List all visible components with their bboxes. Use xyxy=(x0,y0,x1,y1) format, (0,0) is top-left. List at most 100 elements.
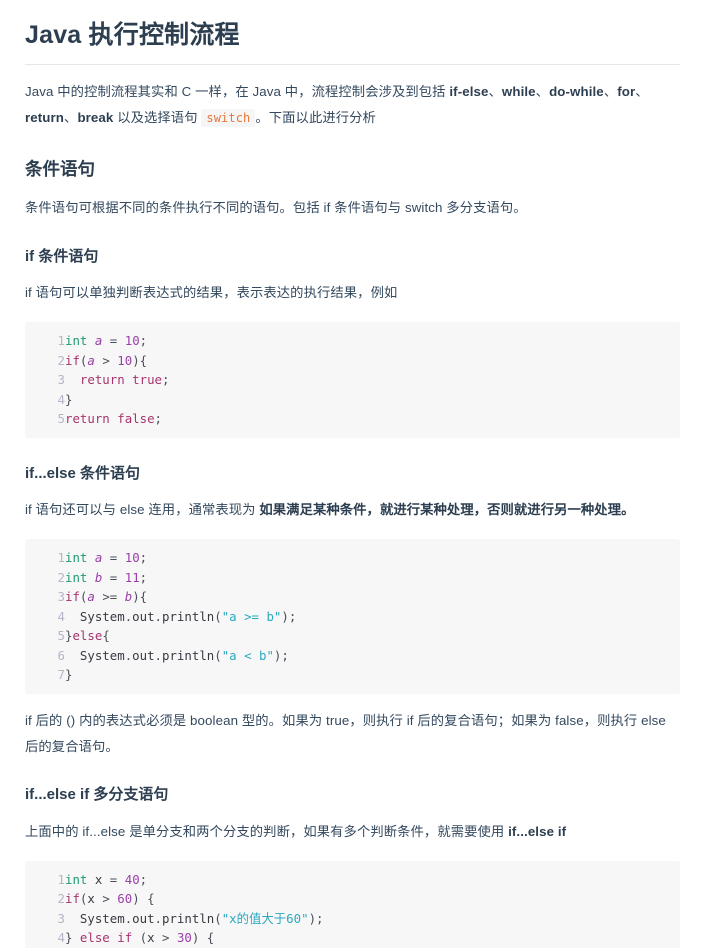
code-line-source: }else{ xyxy=(65,626,680,646)
code-token: ){ xyxy=(132,589,148,605)
code-line-source: int x = 40; xyxy=(65,870,680,890)
code-token: { xyxy=(102,628,110,644)
code-token: if xyxy=(65,891,80,907)
code-line-source: System.out.println("a < b"); xyxy=(65,646,680,666)
code-line-source: if(a >= b){ xyxy=(65,587,680,607)
if-else-text-bold: 如果满足某种条件，就进行某种处理，否则就进行另一种处理。 xyxy=(259,502,635,518)
code-line-number: 1 xyxy=(57,871,65,887)
code-token: true xyxy=(132,372,162,388)
code-token: ); xyxy=(281,608,297,624)
code-token: ( xyxy=(214,608,222,624)
code-token: else xyxy=(72,628,103,644)
keyword-return: return xyxy=(25,110,65,126)
code-token: System xyxy=(79,608,125,624)
code-token: ); xyxy=(308,910,324,926)
code-table: 1 int x = 40; 2 if(x > 60) {3 System.out.pr… xyxy=(25,870,680,948)
code-token: } xyxy=(65,391,73,407)
code-token: "a < b" xyxy=(221,647,274,663)
code-line-number: 4 xyxy=(57,608,65,624)
code-line-number: 2 xyxy=(57,569,65,585)
code-token: 40 xyxy=(124,871,140,887)
code-line-source: int a = 10; xyxy=(65,548,680,568)
code-token: 10 xyxy=(117,352,133,368)
code-line-source: } xyxy=(65,665,680,685)
code-block-if-else-example: 1 int a = 10; 2 int b = 11; 3 if(a >= b){4 Sy… xyxy=(25,539,680,694)
code-line-number: 3 xyxy=(57,372,65,388)
code-token: ; xyxy=(139,871,148,887)
section-paragraph-conditional: 条件语句可根据不同的条件执行不同的语句。包括 if 条件语句与 switch 多… xyxy=(25,199,527,215)
code-body-0: 1 int a = 10; 2 if(a > 10){3 return true; 4}… xyxy=(25,331,680,429)
code-line: 4} xyxy=(25,390,680,410)
code-token: System xyxy=(79,910,125,926)
code-token: } xyxy=(65,667,73,683)
else-if-text-pre: 上面中的 if...else 是单分支和两个分支的判断，如果有多个判断条件，就需… xyxy=(25,823,509,839)
code-token: x xyxy=(94,871,103,887)
intro-text-2: 以及选择语句 xyxy=(113,110,202,126)
code-line-number: 5 xyxy=(57,628,65,644)
code-token: println xyxy=(162,647,215,663)
code-line-number: 5 xyxy=(57,411,65,427)
code-token: out xyxy=(132,910,155,926)
code-token: return xyxy=(65,411,110,427)
code-line: 4 System.out.println("a >= b"); xyxy=(25,607,680,627)
code-token: ); xyxy=(273,647,289,663)
sep-4: 、 xyxy=(635,84,649,100)
code-token: println xyxy=(162,608,215,624)
code-token: > xyxy=(102,891,110,907)
code-line: 3 return true; xyxy=(25,370,680,390)
code-token: ( xyxy=(79,891,88,907)
code-token: ( xyxy=(214,910,222,926)
code-line-number: 1 xyxy=(57,550,65,566)
else-if-text-bold: if...else if xyxy=(508,823,567,839)
code-line-number: 4 xyxy=(57,391,65,407)
code-token: false xyxy=(117,411,155,427)
code-line: 1 int x = 40; xyxy=(25,870,680,890)
code-line: 2 if(a > 10){ xyxy=(25,351,680,371)
code-line-source: if(a > 10){ xyxy=(65,351,680,371)
code-token: out xyxy=(132,608,155,624)
code-token: a xyxy=(87,352,95,368)
document-page: Java 执行控制流程 Java 中的控制流程其实和 C 一样，在 Java 中… xyxy=(0,20,705,948)
code-token: a xyxy=(87,589,95,605)
code-token: x xyxy=(147,930,155,946)
code-block-if-example: 1 int a = 10; 2 if(a > 10){3 return true; 4}… xyxy=(25,322,680,438)
code-token: 60 xyxy=(117,891,133,907)
code-token: ; xyxy=(139,569,148,585)
code-line: 4} else if (x > 30) { xyxy=(25,928,680,948)
code-token: ){ xyxy=(132,352,148,368)
code-token: ( xyxy=(132,930,148,946)
code-line: 5}else{ xyxy=(25,626,680,646)
code-token: 30 xyxy=(176,930,192,946)
keyword-while: while xyxy=(501,84,536,100)
subsection-paragraph-else-if: 上面中的 if...else 是单分支和两个分支的判断，如果有多个判断条件，就需… xyxy=(25,819,680,845)
subsection-heading-if: if 条件语句 xyxy=(25,247,99,265)
sep-1: 、 xyxy=(488,84,502,100)
inline-code-switch: switch xyxy=(201,109,256,128)
code-token: ; xyxy=(154,411,163,427)
code-token: ; xyxy=(139,550,148,566)
code-token: if xyxy=(117,930,133,946)
code-token: . xyxy=(154,647,163,663)
keyword-for: for xyxy=(617,84,636,100)
code-line-source: int a = 10; xyxy=(65,331,680,351)
code-block-else-if-example: 1 int x = 40; 2 if(x > 60) {3 System.out.pr… xyxy=(25,860,680,948)
code-line: 1 int a = 10; xyxy=(25,548,680,568)
code-token: out xyxy=(132,647,155,663)
code-token: ( xyxy=(214,647,222,663)
code-token: . xyxy=(154,608,163,624)
code-token: int xyxy=(65,550,88,566)
intro-text-1: Java 中的控制流程其实和 C 一样，在 Java 中，流程控制会涉及到包括 xyxy=(25,84,450,100)
code-line: 5 return false; xyxy=(25,409,680,429)
